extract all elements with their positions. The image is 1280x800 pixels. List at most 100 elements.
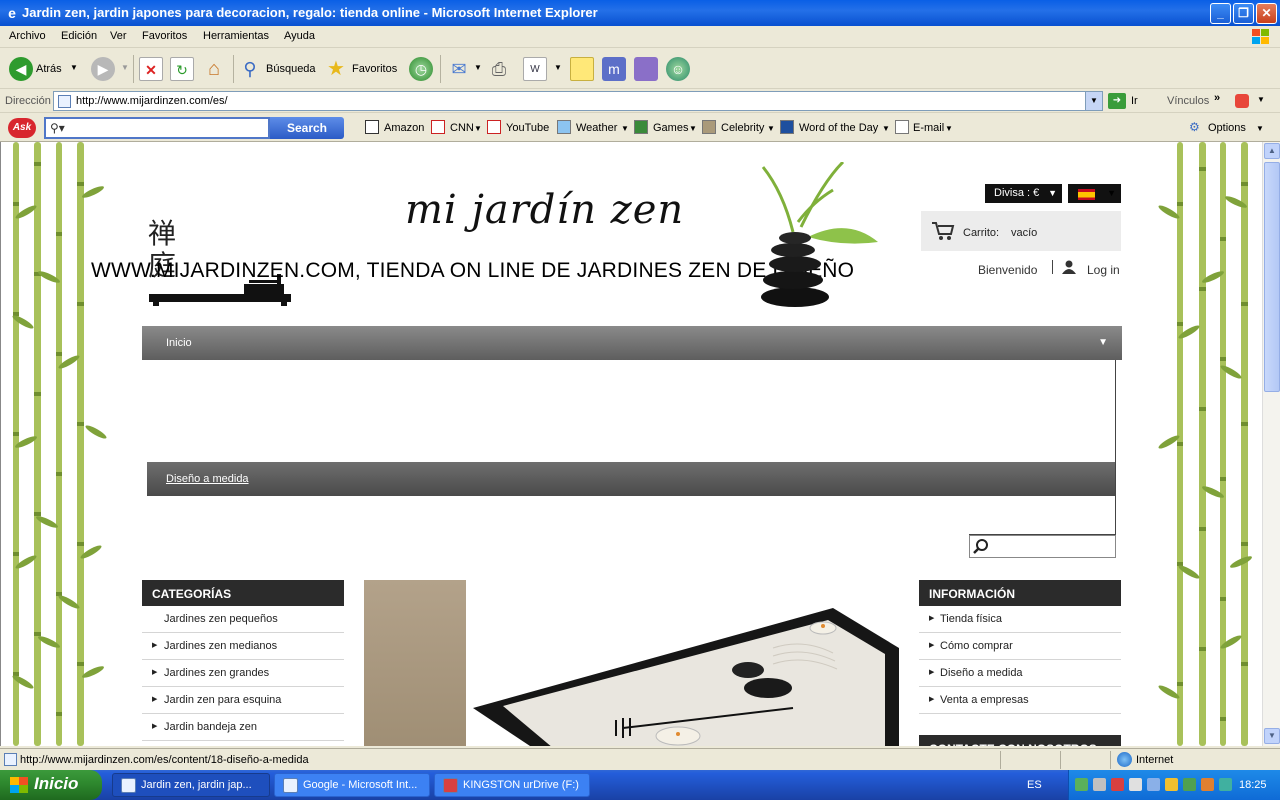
category-label[interactable]: Jardines zen pequeños bbox=[164, 613, 278, 625]
links-label[interactable]: Vínculos bbox=[1167, 95, 1209, 107]
tray-icon[interactable] bbox=[1219, 778, 1232, 791]
weather-dropdown-icon[interactable]: ▼ bbox=[621, 124, 629, 133]
currency-selector[interactable]: Divisa : € ▼ bbox=[985, 184, 1062, 203]
category-label[interactable]: Jardin zen para esquina bbox=[164, 694, 281, 706]
research-icon[interactable]: m bbox=[602, 57, 626, 81]
history-icon[interactable]: ◷ bbox=[409, 57, 433, 81]
vertical-scrollbar[interactable]: ▲ ▼ bbox=[1262, 142, 1280, 746]
celebrity-dropdown-icon[interactable]: ▼ bbox=[767, 124, 775, 133]
login-link[interactable]: Log in bbox=[1087, 263, 1120, 277]
ask-options[interactable]: Options bbox=[1208, 122, 1246, 134]
edit-dropdown-icon[interactable]: ▼ bbox=[554, 63, 562, 72]
menu-ver[interactable]: Ver bbox=[110, 30, 127, 42]
start-button[interactable]: Inicio bbox=[0, 770, 102, 800]
games-dropdown-icon[interactable]: ▼ bbox=[689, 124, 697, 133]
menu-herramientas[interactable]: Herramientas bbox=[203, 30, 269, 42]
go-icon[interactable]: ➜ bbox=[1108, 93, 1126, 109]
ask-logo[interactable]: Ask bbox=[8, 118, 36, 138]
ask-link-celebrity[interactable]: Celebrity bbox=[721, 122, 764, 134]
category-item[interactable]: ▶ Jardin bandeja zen bbox=[142, 714, 344, 741]
info-item[interactable]: ▶ Cómo comprar bbox=[919, 633, 1121, 660]
nav-home[interactable]: Inicio bbox=[166, 337, 192, 349]
back-label[interactable]: Atrás bbox=[36, 63, 62, 75]
info-label[interactable]: Tienda física bbox=[940, 613, 1002, 625]
category-label[interactable]: Jardines zen medianos bbox=[164, 640, 277, 652]
chevron-down-icon[interactable]: ▼ bbox=[1098, 337, 1108, 348]
back-dropdown-icon[interactable]: ▼ bbox=[70, 63, 78, 72]
language-selector[interactable]: ▼ bbox=[1068, 184, 1121, 203]
scroll-up-icon[interactable]: ▲ bbox=[1264, 143, 1280, 159]
custom-design-link[interactable]: Diseño a medida bbox=[166, 473, 249, 485]
addon-dropdown-icon[interactable]: ▼ bbox=[1257, 95, 1265, 104]
tray-icon[interactable] bbox=[1111, 778, 1124, 791]
mail-icon[interactable]: ✉ bbox=[447, 57, 471, 81]
favorites-label[interactable]: Favoritos bbox=[352, 63, 397, 75]
shield-icon[interactable] bbox=[1165, 778, 1178, 791]
ask-link-weather[interactable]: Weather bbox=[576, 122, 617, 134]
forward-dropdown-icon[interactable]: ▼ bbox=[121, 63, 129, 72]
mail-dropdown-icon[interactable]: ▼ bbox=[474, 63, 482, 72]
category-label[interactable]: Jardin bandeja zen bbox=[164, 721, 257, 733]
chevron-right-icon[interactable]: » bbox=[1214, 92, 1220, 104]
address-url[interactable]: http://www.mijardinzen.com/es/ bbox=[76, 95, 228, 107]
ask-link-youtube[interactable]: YouTube bbox=[506, 122, 549, 134]
category-item[interactable]: ▶ Jardin zen para esquina bbox=[142, 687, 344, 714]
edit-icon[interactable]: W bbox=[523, 57, 547, 81]
options-dropdown-icon[interactable]: ▼ bbox=[1256, 124, 1264, 133]
zen-garden-tray-image[interactable] bbox=[473, 608, 899, 746]
back-icon[interactable]: ◀ bbox=[9, 57, 33, 81]
slideshow-panel[interactable] bbox=[364, 580, 466, 746]
language-indicator[interactable]: ES bbox=[1027, 779, 1042, 791]
category-label[interactable]: Jardines zen grandes bbox=[164, 667, 269, 679]
menu-ayuda[interactable]: Ayuda bbox=[284, 30, 315, 42]
ask-search-input[interactable]: ⚲▾ bbox=[44, 117, 270, 139]
cart-summary[interactable]: Carrito: vacío bbox=[921, 211, 1121, 251]
category-item[interactable]: ▶ Jardines zen medianos bbox=[142, 633, 344, 660]
menu-favoritos[interactable]: Favoritos bbox=[142, 30, 187, 42]
site-search-input[interactable] bbox=[969, 535, 1116, 558]
search-label[interactable]: Búsqueda bbox=[266, 63, 316, 75]
info-label[interactable]: Diseño a medida bbox=[940, 667, 1023, 679]
address-input[interactable]: http://www.mijardinzen.com/es/ ▼ bbox=[53, 91, 1103, 111]
word-dropdown-icon[interactable]: ▼ bbox=[882, 124, 890, 133]
close-button[interactable]: ✕ bbox=[1256, 3, 1277, 24]
tray-icon[interactable] bbox=[1147, 778, 1160, 791]
scroll-thumb[interactable] bbox=[1264, 162, 1280, 392]
site-logo[interactable]: mi jardín zen bbox=[405, 187, 684, 233]
refresh-icon[interactable]: ↻ bbox=[170, 57, 194, 81]
info-item[interactable]: ▶ Diseño a medida bbox=[919, 660, 1121, 687]
ask-search-button[interactable]: Search bbox=[270, 117, 344, 139]
taskbar-item[interactable]: KINGSTON urDrive (F:) bbox=[434, 773, 590, 797]
cnn-dropdown-icon[interactable]: ▼ bbox=[474, 124, 482, 133]
favorites-icon[interactable]: ★ bbox=[324, 57, 348, 81]
tray-icon[interactable] bbox=[1075, 778, 1088, 791]
category-item[interactable]: ▶ Jardines zen grandes bbox=[142, 660, 344, 687]
info-label[interactable]: Venta a empresas bbox=[940, 694, 1029, 706]
ask-link-cnn[interactable]: CNN bbox=[450, 122, 474, 134]
forward-icon[interactable]: ▶ bbox=[91, 57, 115, 81]
stop-icon[interactable]: ✕ bbox=[139, 57, 163, 81]
ask-link-word-of-the-day[interactable]: Word of the Day bbox=[799, 122, 878, 134]
search-icon[interactable]: ⚲ bbox=[238, 57, 262, 81]
options-icon[interactable]: ⚙ bbox=[1189, 120, 1200, 134]
toolbar-tool-icon[interactable] bbox=[634, 57, 658, 81]
notes-icon[interactable] bbox=[570, 57, 594, 81]
info-label[interactable]: Cómo comprar bbox=[940, 640, 1013, 652]
menu-edicion[interactable]: Edición bbox=[61, 30, 97, 42]
addon-icon[interactable] bbox=[1235, 94, 1249, 108]
messenger-icon[interactable]: ☺ bbox=[666, 57, 690, 81]
ask-link-email[interactable]: E-mail bbox=[913, 122, 944, 134]
info-item[interactable]: ▶ Tienda física bbox=[919, 606, 1121, 633]
taskbar-item[interactable]: Jardin zen, jardin jap... bbox=[112, 773, 270, 797]
address-dropdown-icon[interactable]: ▼ bbox=[1085, 92, 1102, 110]
taskbar-item[interactable]: Google - Microsoft Int... bbox=[274, 773, 430, 797]
scroll-down-icon[interactable]: ▼ bbox=[1264, 728, 1280, 744]
info-item[interactable]: ▶ Venta a empresas bbox=[919, 687, 1121, 714]
print-icon[interactable]: ⎙ bbox=[487, 57, 511, 81]
ask-link-games[interactable]: Games bbox=[653, 122, 688, 134]
home-icon[interactable]: ⌂ bbox=[202, 57, 226, 81]
go-button[interactable]: Ir bbox=[1131, 95, 1138, 107]
tray-icon[interactable] bbox=[1201, 778, 1214, 791]
menu-archivo[interactable]: Archivo bbox=[9, 30, 46, 42]
minimize-button[interactable]: _ bbox=[1210, 3, 1231, 24]
